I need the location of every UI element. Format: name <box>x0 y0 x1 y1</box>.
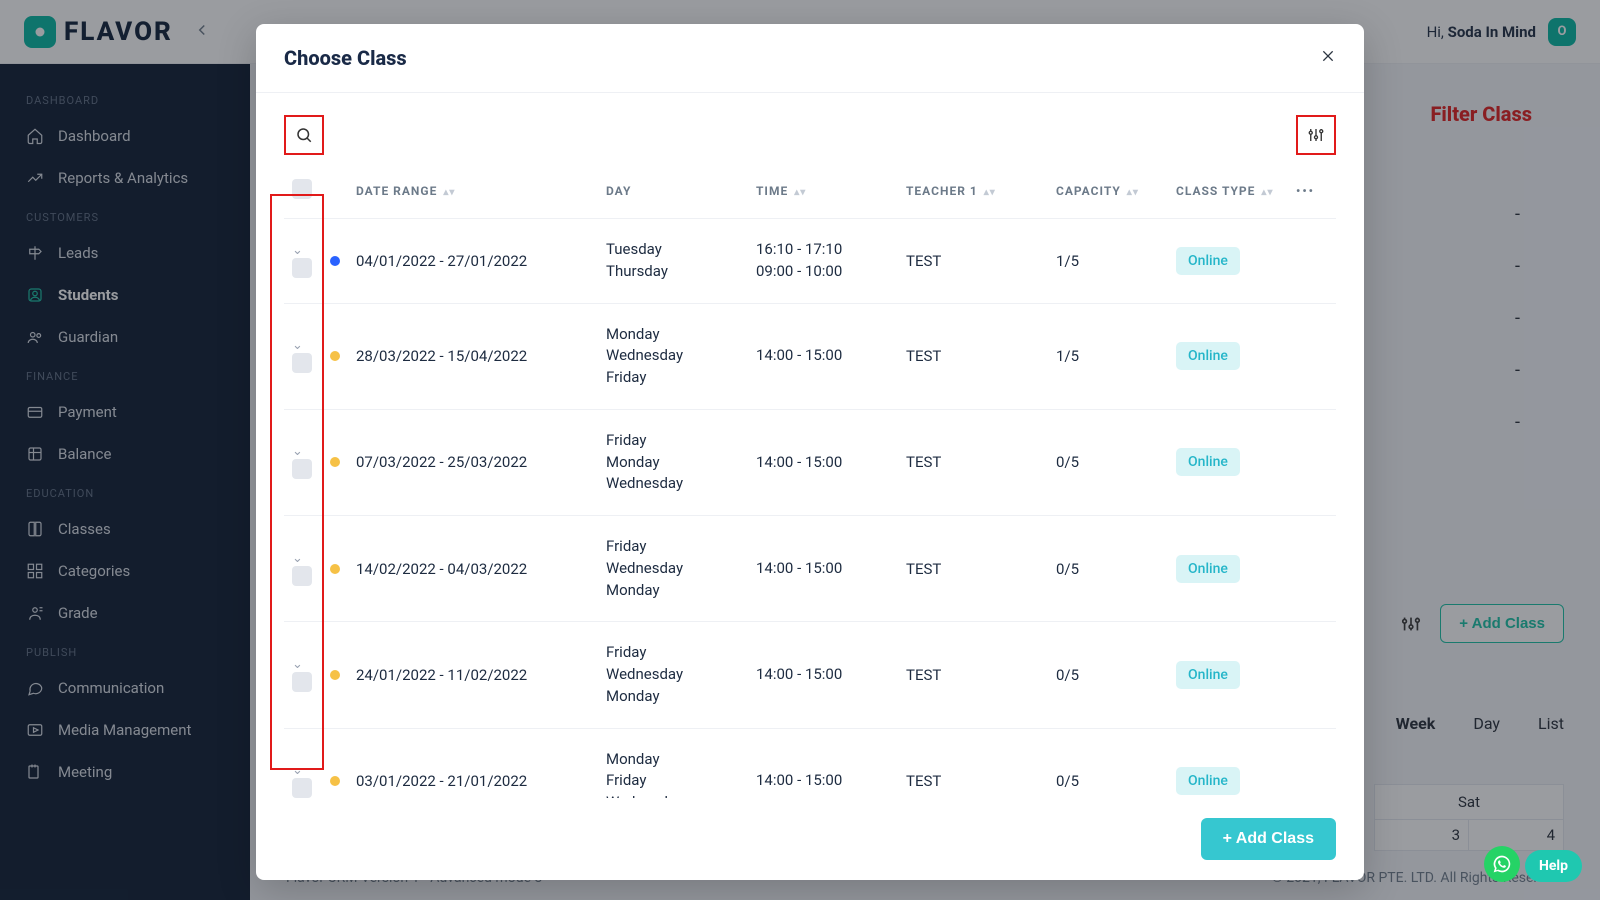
status-dot-icon <box>330 670 340 680</box>
status-dot-icon <box>330 776 340 786</box>
cell-capacity: 0/5 <box>1048 516 1168 622</box>
cell-capacity: 1/5 <box>1048 303 1168 409</box>
cell-teacher: TEST <box>898 516 1048 622</box>
class-type-badge: Online <box>1176 661 1240 689</box>
cell-teacher: TEST <box>898 728 1048 798</box>
table-row[interactable]: ⌄ 24/01/2022 - 11/02/2022FridayWednesday… <box>284 622 1336 728</box>
help-fab[interactable]: Help <box>1525 850 1582 882</box>
cell-capacity: 0/5 <box>1048 409 1168 515</box>
col-capacity[interactable]: CAPACITY▴▾ <box>1048 163 1168 219</box>
search-button[interactable] <box>284 115 324 155</box>
expand-chevron-icon[interactable]: ⌄ <box>292 243 303 258</box>
row-checkbox[interactable] <box>292 353 312 373</box>
cell-date-range: 24/01/2022 - 11/02/2022 <box>348 622 598 728</box>
expand-chevron-icon[interactable]: ⌄ <box>292 657 303 672</box>
row-checkbox[interactable] <box>292 566 312 586</box>
cell-date-range: 03/01/2022 - 21/01/2022 <box>348 728 598 798</box>
class-table: DATE RANGE▴▾ DAY TIME▴▾ TEACHER 1▴▾ CAPA… <box>284 163 1336 798</box>
cell-days: FridayWednesdayMonday <box>598 516 748 622</box>
cell-capacity: 0/5 <box>1048 622 1168 728</box>
cell-time: 14:00 - 15:00 <box>748 303 898 409</box>
search-icon <box>295 126 313 144</box>
col-date-range[interactable]: DATE RANGE▴▾ <box>348 163 598 219</box>
cell-teacher: TEST <box>898 219 1048 304</box>
expand-chevron-icon[interactable]: ⌄ <box>292 551 303 566</box>
select-all-checkbox[interactable] <box>292 179 312 199</box>
cell-date-range: 04/01/2022 - 27/01/2022 <box>348 219 598 304</box>
cell-days: MondayWednesdayFriday <box>598 303 748 409</box>
more-columns-icon[interactable]: ••• <box>1288 163 1336 219</box>
cell-days: TuesdayThursday <box>598 219 748 304</box>
status-dot-icon <box>330 351 340 361</box>
cell-date-range: 14/02/2022 - 04/03/2022 <box>348 516 598 622</box>
whatsapp-icon <box>1492 854 1512 874</box>
status-dot-icon <box>330 564 340 574</box>
status-dot-icon <box>330 457 340 467</box>
table-row[interactable]: ⌄ 04/01/2022 - 27/01/2022TuesdayThursday… <box>284 219 1336 304</box>
row-checkbox[interactable] <box>292 778 312 798</box>
col-class-type[interactable]: CLASS TYPE▴▾ <box>1168 163 1288 219</box>
cell-capacity: 1/5 <box>1048 219 1168 304</box>
class-type-badge: Online <box>1176 448 1240 476</box>
close-button[interactable] <box>1320 48 1336 69</box>
row-checkbox[interactable] <box>292 459 312 479</box>
sliders-icon <box>1307 126 1325 144</box>
cell-teacher: TEST <box>898 409 1048 515</box>
col-teacher[interactable]: TEACHER 1▴▾ <box>898 163 1048 219</box>
class-type-badge: Online <box>1176 767 1240 795</box>
cell-days: FridayWednesdayMonday <box>598 622 748 728</box>
choose-class-modal: Choose Class DATE RANGE▴▾ DAY TIME▴▾ TEA… <box>256 24 1364 880</box>
cell-date-range: 07/03/2022 - 25/03/2022 <box>348 409 598 515</box>
cell-capacity: 0/5 <box>1048 728 1168 798</box>
cell-time: 14:00 - 15:00 <box>748 409 898 515</box>
expand-chevron-icon[interactable]: ⌄ <box>292 338 303 353</box>
row-checkbox[interactable] <box>292 672 312 692</box>
cell-time: 16:10 - 17:1009:00 - 10:00 <box>748 219 898 304</box>
class-type-badge: Online <box>1176 247 1240 275</box>
table-row[interactable]: ⌄ 28/03/2022 - 15/04/2022MondayWednesday… <box>284 303 1336 409</box>
whatsapp-fab[interactable] <box>1484 846 1520 882</box>
table-row[interactable]: ⌄ 07/03/2022 - 25/03/2022FridayMondayWed… <box>284 409 1336 515</box>
cell-date-range: 28/03/2022 - 15/04/2022 <box>348 303 598 409</box>
class-type-badge: Online <box>1176 555 1240 583</box>
filter-button[interactable] <box>1296 115 1336 155</box>
col-time[interactable]: TIME▴▾ <box>748 163 898 219</box>
class-type-badge: Online <box>1176 342 1240 370</box>
modal-title: Choose Class <box>284 46 407 70</box>
cell-days: MondayFridayWednesday <box>598 728 748 798</box>
cell-days: FridayMondayWednesday <box>598 409 748 515</box>
col-day[interactable]: DAY <box>598 163 748 219</box>
cell-time: 14:00 - 15:00 <box>748 516 898 622</box>
cell-teacher: TEST <box>898 622 1048 728</box>
cell-teacher: TEST <box>898 303 1048 409</box>
cell-time: 14:00 - 15:00 <box>748 622 898 728</box>
expand-chevron-icon[interactable]: ⌄ <box>292 763 303 778</box>
add-class-button[interactable]: + Add Class <box>1201 818 1336 860</box>
cell-time: 14:00 - 15:00 <box>748 728 898 798</box>
table-row[interactable]: ⌄ 03/01/2022 - 21/01/2022MondayFridayWed… <box>284 728 1336 798</box>
expand-chevron-icon[interactable]: ⌄ <box>292 444 303 459</box>
row-checkbox[interactable] <box>292 258 312 278</box>
status-dot-icon <box>330 256 340 266</box>
table-row[interactable]: ⌄ 14/02/2022 - 04/03/2022FridayWednesday… <box>284 516 1336 622</box>
